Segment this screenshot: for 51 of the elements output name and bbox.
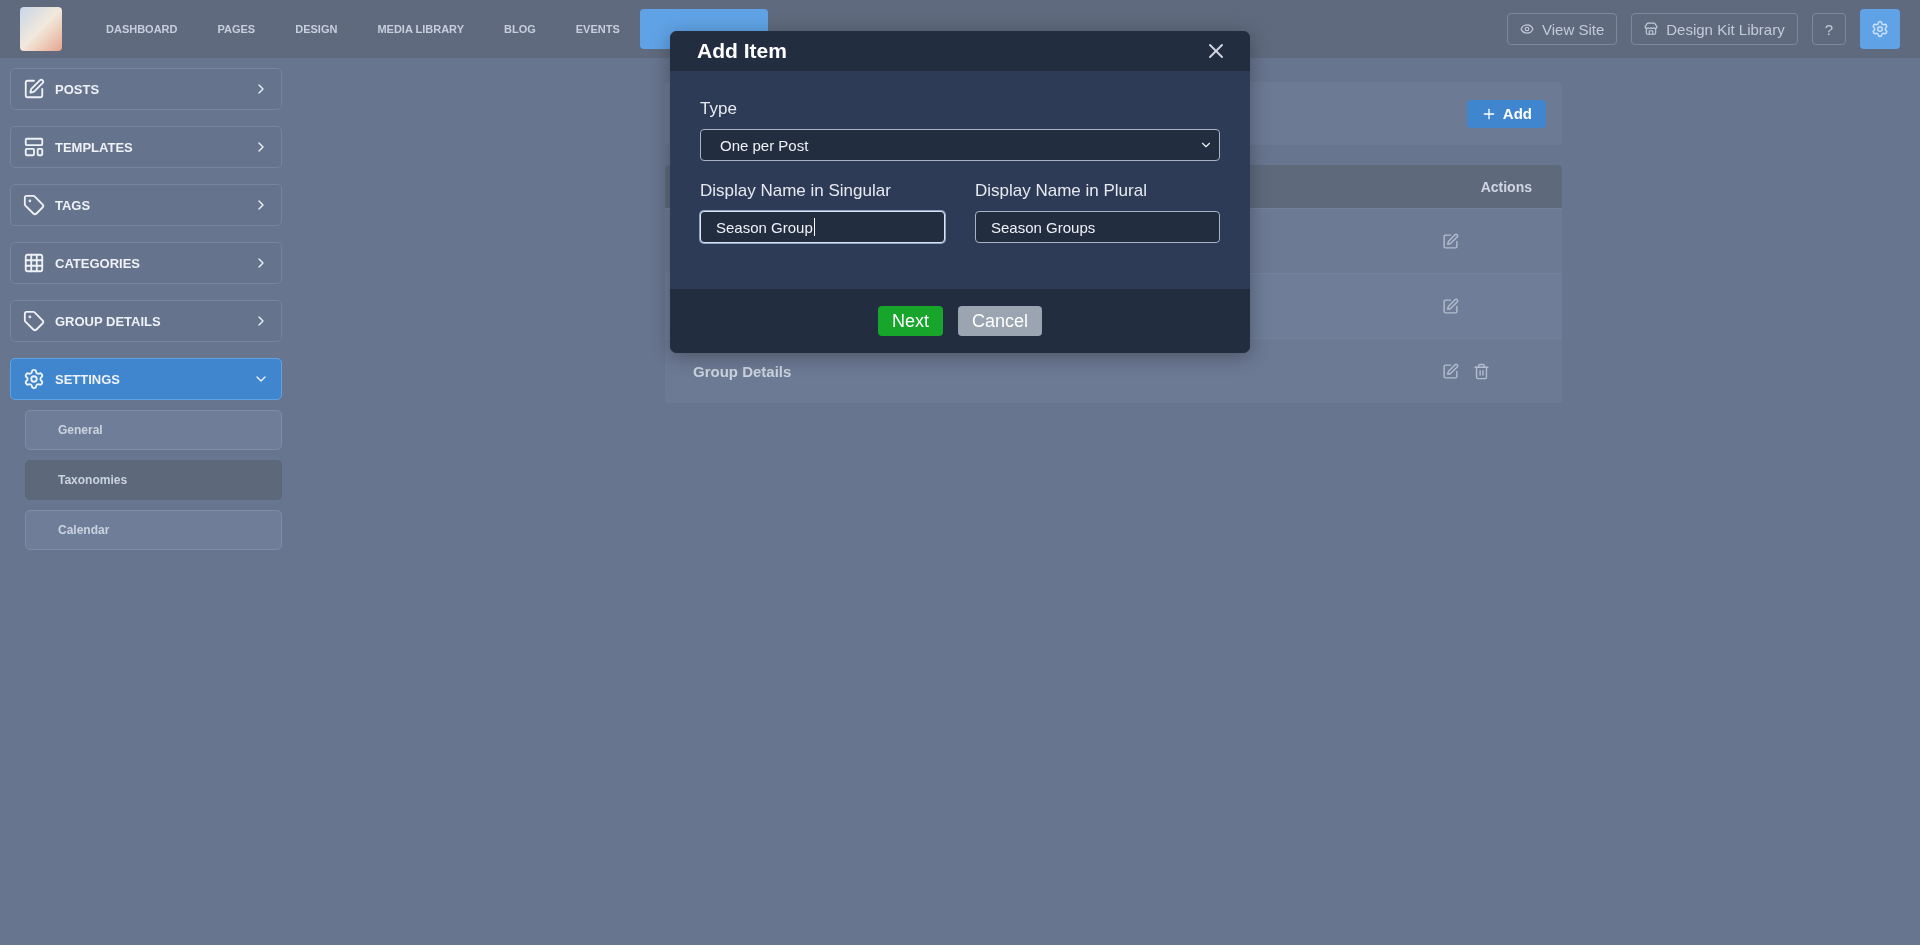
sidebar-label: CATEGORIES xyxy=(55,255,141,271)
sidebar-label: SETTINGS xyxy=(55,371,121,387)
type-select[interactable]: One per Post xyxy=(700,129,1220,161)
sidebar-item[interactable]: TEMPLATES xyxy=(10,126,282,168)
field-label: Display Name in Plural xyxy=(975,181,1148,201)
logo-icon[interactable] xyxy=(20,7,62,51)
eye-icon xyxy=(1520,22,1534,36)
tag-icon xyxy=(23,194,45,216)
field-label: Display Name in Singular xyxy=(700,181,892,201)
settings-icon xyxy=(1871,20,1889,38)
grid-icon xyxy=(23,252,45,274)
sidebar-subitem[interactable]: General xyxy=(25,410,282,450)
layout-icon xyxy=(23,136,45,158)
sidebar-item[interactable]: TAGS xyxy=(10,184,282,226)
store-icon xyxy=(1644,22,1659,36)
sidebar-item[interactable]: CATEGORIES xyxy=(10,242,282,284)
field-label: Type xyxy=(700,99,738,119)
add-button[interactable]: Add xyxy=(1466,99,1546,128)
input-field[interactable]: Season Groups xyxy=(975,211,1220,243)
nav-tab[interactable]: DESIGN xyxy=(275,9,358,49)
nav-tab[interactable]: PAGES xyxy=(197,9,276,49)
view-site-button[interactable]: View Site xyxy=(1507,13,1618,45)
settings-icon xyxy=(23,368,45,390)
sidebar-label: TAGS xyxy=(55,197,92,213)
nav-tab[interactable]: MEDIA LIBRARY xyxy=(357,9,484,49)
sidebar-item[interactable]: SETTINGS xyxy=(10,358,282,400)
input-field[interactable]: Season Group xyxy=(700,211,945,243)
next-button[interactable]: Next xyxy=(877,306,943,336)
sidebar-subitem[interactable]: Taxonomies xyxy=(25,460,282,500)
sidebar-label: POSTS xyxy=(55,81,101,97)
nav-tab[interactable]: EVENTS xyxy=(555,9,640,49)
dialog-title: Add Item xyxy=(697,39,787,63)
sidebar-label: GROUP DETAILS xyxy=(55,313,162,329)
sidebar-subitem[interactable]: Calendar xyxy=(25,510,282,550)
help-button[interactable]: ? xyxy=(1811,13,1846,45)
sidebar-label: TEMPLATES xyxy=(55,139,134,155)
settings-button[interactable] xyxy=(1860,9,1900,49)
sidebar-item[interactable]: POSTS xyxy=(10,68,282,110)
delete-icon[interactable] xyxy=(1473,362,1490,380)
edit-icon[interactable] xyxy=(1442,297,1459,315)
nav-tab[interactable]: DASHBOARD xyxy=(86,9,198,49)
edit-icon[interactable] xyxy=(1442,232,1459,250)
nav-tab[interactable]: BLOG xyxy=(483,9,556,49)
edit-icon[interactable] xyxy=(1442,362,1459,380)
library-button[interactable]: Design Kit Library xyxy=(1631,13,1798,45)
sidebar-item[interactable]: GROUP DETAILS xyxy=(10,300,282,342)
table-cell: Group Details xyxy=(693,362,792,380)
cancel-button[interactable]: Cancel xyxy=(958,306,1042,336)
column-header: Actions xyxy=(1480,178,1532,195)
pencil-square-icon xyxy=(23,78,45,100)
tag-icon xyxy=(23,310,45,332)
